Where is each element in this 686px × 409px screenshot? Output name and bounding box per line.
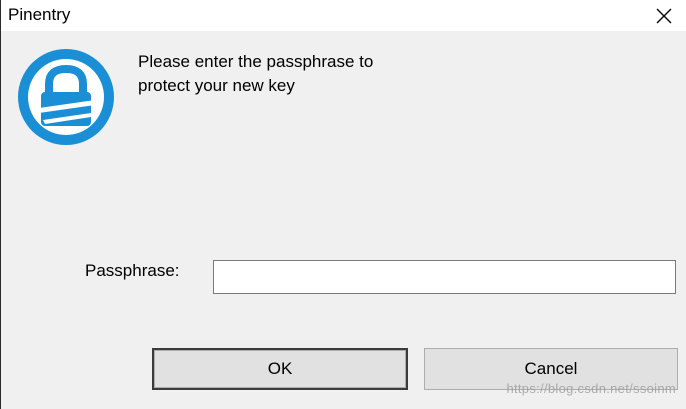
ok-button[interactable]: OK — [152, 348, 408, 390]
watermark-text: https://blog.csdn.net/ssoinm — [506, 381, 676, 396]
close-button[interactable] — [641, 0, 686, 31]
passphrase-label: Passphrase: — [85, 261, 180, 280]
dialog-description: Please enter the passphrase to protect y… — [138, 52, 374, 95]
window-title: Pinentry — [8, 5, 71, 24]
padlock-logo-icon — [17, 48, 115, 146]
pinentry-window: Pinentry Please enter the passphrase to … — [0, 0, 686, 409]
title-bar[interactable]: Pinentry — [1, 0, 686, 31]
close-icon — [656, 8, 672, 23]
passphrase-input[interactable] — [213, 260, 676, 294]
